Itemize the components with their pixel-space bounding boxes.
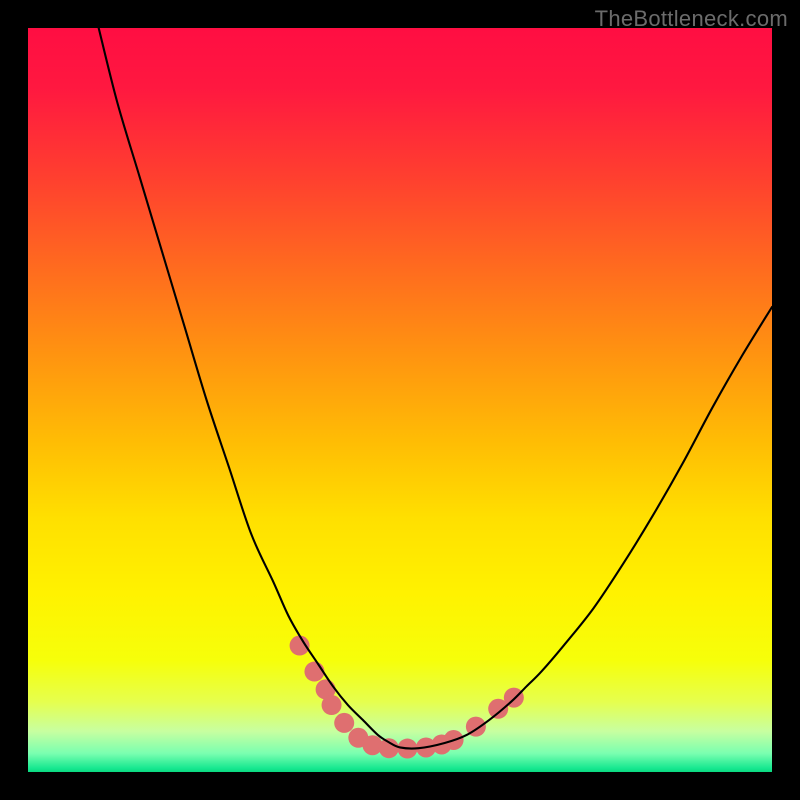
background-gradient	[28, 28, 772, 772]
highlight-marker	[322, 695, 342, 715]
highlight-marker	[304, 662, 324, 682]
watermark-text: TheBottleneck.com	[595, 6, 788, 32]
chart-frame	[28, 28, 772, 772]
highlight-marker	[334, 713, 354, 733]
chart-svg	[28, 28, 772, 772]
